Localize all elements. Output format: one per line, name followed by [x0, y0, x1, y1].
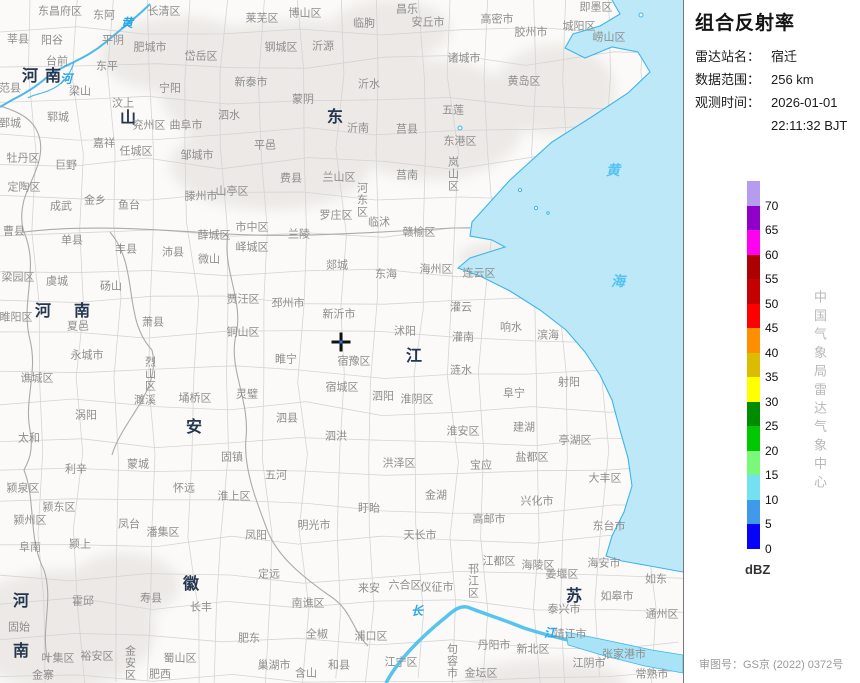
colorbar-segment: [747, 254, 760, 279]
colorbar-segment: [747, 426, 760, 451]
colorbar-segment: [747, 303, 760, 328]
colorbar-segment: [747, 230, 760, 255]
colorbar-value: 15: [765, 468, 779, 482]
colorbar-segment: [747, 524, 760, 549]
colorbar-segment: [747, 181, 760, 206]
colorbar-segment: [747, 328, 760, 353]
colorbar-value: 40: [765, 345, 779, 360]
colorbar-value: 55: [765, 272, 779, 286]
colorbar-value: 65: [765, 223, 779, 237]
station-name-row: 雷达站名： 宿迁: [695, 45, 860, 68]
radar-info-block: 雷达站名： 宿迁 数据范围： 256 km 观测时间： 2026-01-01 2…: [695, 45, 860, 137]
data-range-value: 256 km: [771, 72, 814, 87]
station-name-value: 宿迁: [771, 49, 798, 64]
colorbar-value: 20: [765, 443, 779, 458]
radar-map-canvas[interactable]: 山东河南河南河南安徽江苏黄河长江黄海烈山区 金安区 河东区 岚山区 句容市 邗江区 东昌府区…: [0, 0, 683, 683]
colorbar-segment: [747, 475, 760, 500]
colorbar-segment: [747, 205, 760, 230]
obs-time-label: 观测时间：: [695, 95, 761, 110]
radar-station-marker: [331, 332, 351, 352]
colorbar-value: 45: [765, 321, 779, 335]
colorbar-value: 0: [765, 541, 772, 556]
obs-date: 2026-01-01: [771, 95, 838, 110]
terrain-shading: [0, 0, 625, 683]
colorbar-segment: [747, 352, 760, 377]
colorbar-value: 30: [765, 394, 779, 409]
colorbar-unit: dBZ: [745, 562, 771, 577]
colorbar-value: 5: [765, 517, 772, 531]
product-title: 组合反射率: [695, 13, 796, 34]
colorbar-segment: [747, 377, 760, 402]
colorbar-value: 10: [765, 492, 779, 507]
reflectivity-colorbar: [747, 181, 760, 549]
colorbar-segment: [747, 279, 760, 304]
colorbar-value: 25: [765, 419, 779, 433]
info-panel: 组合反射率 雷达站名： 宿迁 数据范围： 256 km 观测时间： 2026-0…: [683, 0, 860, 683]
colorbar-segment: [747, 450, 760, 475]
colorbar-segment: [747, 499, 760, 524]
obs-clock: 22:11:32 BJT: [771, 118, 848, 133]
station-name-label: 雷达站名：: [695, 49, 761, 64]
colorbar-value: 35: [765, 370, 779, 384]
map-approval-number: 审图号：GS京 (2022) 0372号: [699, 659, 844, 671]
data-range-label: 数据范围：: [695, 72, 761, 87]
colorbar-value: 50: [765, 296, 779, 311]
obs-time-value: 2026-01-01 22:11:32 BJT: [771, 91, 860, 137]
colorbar-value: 60: [765, 247, 779, 262]
cma-watermark: 中国气象局雷达气象中心: [812, 290, 827, 494]
colorbar-segment: [747, 401, 760, 426]
radar-app-window: 山东河南河南河南安徽江苏黄河长江黄海烈山区 金安区 河东区 岚山区 句容市 邗江区 东昌府区…: [0, 0, 860, 683]
obs-time-row: 观测时间： 2026-01-01 22:11:32 BJT: [695, 91, 860, 137]
colorbar-value: 70: [765, 198, 779, 213]
data-range-row: 数据范围： 256 km: [695, 68, 860, 91]
